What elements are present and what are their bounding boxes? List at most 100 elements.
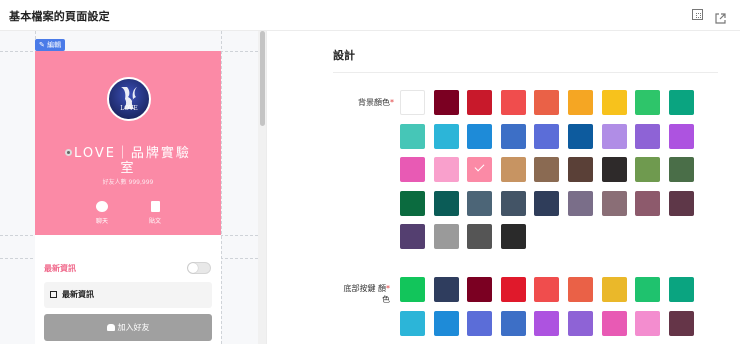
brand-name-line2: 室 bbox=[120, 161, 136, 176]
required-mark: * bbox=[386, 284, 390, 293]
background-color-swatch[interactable] bbox=[400, 190, 425, 216]
required-mark: * bbox=[390, 98, 394, 107]
footer-button-color-swatch[interactable] bbox=[601, 277, 627, 302]
external-link-icon[interactable] bbox=[715, 9, 726, 24]
background-color-swatch[interactable] bbox=[568, 123, 593, 149]
background-color-swatch[interactable] bbox=[601, 190, 627, 216]
background-color-swatch[interactable] bbox=[467, 90, 493, 115]
background-color-swatch[interactable] bbox=[500, 123, 526, 149]
background-color-swatch[interactable] bbox=[467, 224, 493, 250]
background-color-swatch[interactable] bbox=[433, 224, 459, 250]
background-color-swatch[interactable] bbox=[534, 123, 560, 149]
background-color-swatch[interactable] bbox=[467, 157, 493, 183]
background-color-swatch[interactable] bbox=[601, 157, 627, 183]
news-item[interactable]: 最新資訊 bbox=[44, 282, 212, 308]
background-color-swatch[interactable] bbox=[601, 90, 627, 115]
news-section-title: 最新資訊 bbox=[44, 264, 76, 273]
footer-button-color-swatch[interactable] bbox=[467, 277, 493, 302]
background-color-swatch[interactable] bbox=[500, 224, 526, 250]
background-color-swatch[interactable] bbox=[635, 157, 661, 183]
checkmark-icon bbox=[474, 161, 485, 172]
couple-silhouette-icon bbox=[121, 87, 137, 109]
chat-action[interactable]: 聊天 bbox=[87, 201, 117, 225]
background-color-swatch[interactable] bbox=[467, 123, 493, 149]
footer-button-color-swatch[interactable] bbox=[635, 310, 661, 336]
page-title: 基本檔案的頁面設定 bbox=[9, 10, 110, 23]
background-color-swatch[interactable] bbox=[400, 224, 425, 250]
news-item-label: 最新資訊 bbox=[62, 290, 94, 299]
footer-button-color-swatch[interactable] bbox=[500, 310, 526, 336]
section-title: 設計 bbox=[333, 49, 355, 62]
background-color-swatch[interactable] bbox=[400, 157, 425, 183]
background-color-label: 背景顏色* bbox=[338, 97, 394, 108]
logo-text: LOVE bbox=[120, 105, 138, 112]
footer-button-color-swatch[interactable] bbox=[500, 277, 526, 302]
background-color-swatch[interactable] bbox=[668, 123, 694, 149]
news-toggle[interactable] bbox=[187, 262, 211, 274]
background-color-swatch[interactable] bbox=[635, 123, 661, 149]
background-color-label-text: 背景顏色 bbox=[358, 98, 390, 107]
background-color-swatch[interactable] bbox=[668, 190, 694, 216]
toggle-knob bbox=[188, 263, 198, 273]
chat-action-label: 聊天 bbox=[95, 218, 108, 225]
footer-button-color-swatch[interactable] bbox=[635, 277, 661, 302]
brand-name: LOVE｜品牌實驗 室 bbox=[35, 146, 221, 176]
background-color-swatch[interactable] bbox=[534, 190, 560, 216]
post-document-icon bbox=[150, 201, 160, 212]
edit-badge-label: 編輯 bbox=[47, 41, 62, 49]
background-color-swatch[interactable] bbox=[400, 90, 425, 115]
top-bar: 基本檔案的頁面設定 bbox=[0, 0, 740, 31]
footer-button-color-swatch[interactable] bbox=[433, 277, 459, 302]
footer-button-color-swatch[interactable] bbox=[568, 277, 593, 302]
background-color-swatch[interactable] bbox=[433, 90, 459, 115]
chat-bubble-icon bbox=[96, 201, 108, 212]
background-color-swatch[interactable] bbox=[635, 190, 661, 216]
background-color-swatch[interactable] bbox=[433, 190, 459, 216]
friends-count: 好友人數 999,999 bbox=[102, 179, 154, 186]
footer-button-color-label: 底部按鍵 顏* 色 bbox=[334, 283, 390, 305]
footer-button-color-label-line2: 色 bbox=[382, 295, 390, 304]
megaphone-icon bbox=[50, 291, 57, 298]
footer-button-color-swatch[interactable] bbox=[400, 310, 425, 336]
add-friend-button[interactable]: 加入好友 bbox=[44, 314, 212, 341]
footer-button-color-swatch[interactable] bbox=[568, 310, 593, 336]
background-color-swatch[interactable] bbox=[568, 190, 593, 216]
footer-button-color-swatch[interactable] bbox=[601, 310, 627, 336]
background-color-swatch[interactable] bbox=[568, 90, 593, 115]
background-color-swatch[interactable] bbox=[433, 123, 459, 149]
background-color-swatch[interactable] bbox=[467, 190, 493, 216]
qr-code-icon[interactable] bbox=[692, 9, 703, 20]
background-color-swatch[interactable] bbox=[500, 190, 526, 216]
footer-button-color-swatch[interactable] bbox=[400, 277, 425, 302]
background-color-swatch[interactable] bbox=[400, 123, 425, 149]
background-color-swatch[interactable] bbox=[534, 157, 560, 183]
footer-button-color-swatch[interactable] bbox=[467, 310, 493, 336]
news-panel: 最新資訊 最新資訊 加入好友 bbox=[35, 235, 221, 344]
background-color-swatch[interactable] bbox=[568, 157, 593, 183]
profile-preview-pane: ✎ 編輯 LOVE LOVE｜品牌實驗 室 好友人數 999,999 聊天 貼文… bbox=[0, 31, 267, 344]
background-color-swatch[interactable] bbox=[534, 90, 560, 115]
footer-button-color-swatch[interactable] bbox=[534, 277, 560, 302]
background-color-swatch[interactable] bbox=[635, 90, 661, 115]
background-color-swatch[interactable] bbox=[668, 90, 694, 115]
footer-button-color-swatch[interactable] bbox=[534, 310, 560, 336]
profile-card[interactable]: LOVE LOVE｜品牌實驗 室 好友人數 999,999 聊天 貼文 bbox=[35, 51, 221, 235]
post-action[interactable]: 貼文 bbox=[140, 201, 170, 225]
background-color-swatch[interactable] bbox=[601, 123, 627, 149]
background-color-swatch[interactable] bbox=[668, 157, 694, 183]
design-settings-pane: 設計 背景顏色* 底部按鍵 顏* 色 bbox=[268, 31, 740, 344]
add-user-icon bbox=[106, 324, 115, 331]
background-color-swatch[interactable] bbox=[500, 157, 526, 183]
edit-badge[interactable]: ✎ 編輯 bbox=[35, 39, 66, 51]
post-action-label: 貼文 bbox=[148, 218, 161, 225]
background-color-swatch[interactable] bbox=[433, 157, 459, 183]
guide-line bbox=[221, 31, 222, 344]
footer-button-color-swatch[interactable] bbox=[668, 310, 694, 336]
brand-name-line1: LOVE｜品牌實驗 bbox=[74, 146, 191, 161]
scrollbar-thumb[interactable] bbox=[260, 31, 265, 126]
background-color-swatch[interactable] bbox=[500, 90, 526, 115]
section-divider bbox=[333, 72, 718, 73]
footer-button-color-swatch[interactable] bbox=[433, 310, 459, 336]
brand-avatar: LOVE bbox=[107, 77, 151, 121]
footer-button-color-swatch[interactable] bbox=[668, 277, 694, 302]
